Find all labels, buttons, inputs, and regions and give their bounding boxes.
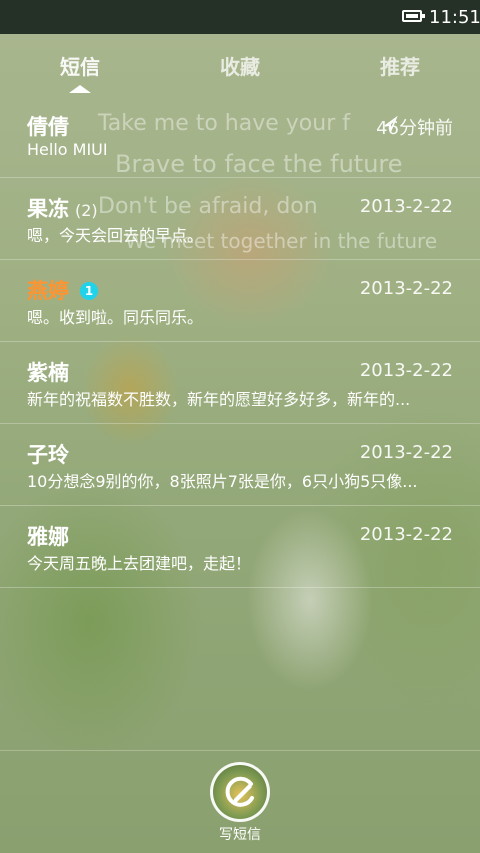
conversation-row[interactable]: 燕婷 1 2013-2-22 嗯。收到啦。同乐同乐。	[0, 260, 480, 342]
contact-name: 紫楠	[27, 361, 69, 385]
status-time: 11:51	[429, 7, 480, 28]
tab-bar: 短信 收藏 推荐	[0, 34, 480, 96]
tab-recommended[interactable]: 推荐	[360, 51, 440, 80]
message-time: 2013-2-22	[359, 524, 453, 545]
message-preview: 嗯，今天会回去的早点。	[27, 226, 204, 245]
contact-name: 倩倩	[27, 115, 69, 139]
active-tab-indicator	[69, 85, 91, 93]
compose-label: 写短信	[219, 827, 261, 843]
message-count: (2)	[75, 201, 98, 220]
status-bar: 11:51	[0, 0, 480, 34]
message-time: 2013-2-22	[359, 278, 453, 299]
unread-badge: 1	[80, 282, 98, 300]
message-preview: 今天周五晚上去团建吧，走起！	[27, 554, 252, 573]
contact-name-text: 果冻	[27, 197, 69, 221]
message-time: 2013-2-22	[359, 196, 453, 217]
compose-button[interactable]	[210, 762, 270, 822]
contact-name: 雅娜	[27, 525, 69, 549]
message-preview: 嗯。收到啦。同乐同乐。	[27, 308, 204, 327]
message-time: 2013-2-22	[359, 360, 453, 381]
bottom-divider	[0, 750, 480, 751]
message-preview: Hello MIUI	[27, 140, 108, 159]
message-time: 46分钟前	[376, 118, 453, 139]
contact-name: 燕婷	[27, 279, 69, 303]
conversation-row[interactable]: 子玲 2013-2-22 10分想念9别的你，8张照片7张是你，6只小狗5只像.…	[0, 424, 480, 506]
pencil-icon	[225, 776, 254, 807]
message-time: 2013-2-22	[359, 442, 453, 463]
conversation-row[interactable]: 紫楠 2013-2-22 新年的祝福数不胜数，新年的愿望好多好多，新年的...	[0, 342, 480, 424]
conversation-row[interactable]: 倩倩 46分钟前 Hello MIUI	[0, 96, 480, 178]
conversation-row[interactable]: 果冻 (2) 2013-2-22 嗯，今天会回去的早点。	[0, 178, 480, 260]
message-preview: 10分想念9别的你，8张照片7张是你，6只小狗5只像...	[27, 472, 418, 491]
conversation-list: 倩倩 46分钟前 Hello MIUI 果冻 (2) 2013-2-22 嗯，今天…	[0, 96, 480, 588]
conversation-row[interactable]: 雅娜 2013-2-22 今天周五晚上去团建吧，走起！	[0, 506, 480, 588]
contact-name: 子玲	[27, 443, 69, 467]
battery-icon	[402, 10, 425, 22]
tab-sms[interactable]: 短信	[40, 51, 120, 80]
message-preview: 新年的祝福数不胜数，新年的愿望好多好多，新年的...	[27, 390, 411, 409]
tab-favorites[interactable]: 收藏	[200, 51, 280, 80]
contact-name: 果冻 (2)	[27, 193, 98, 223]
